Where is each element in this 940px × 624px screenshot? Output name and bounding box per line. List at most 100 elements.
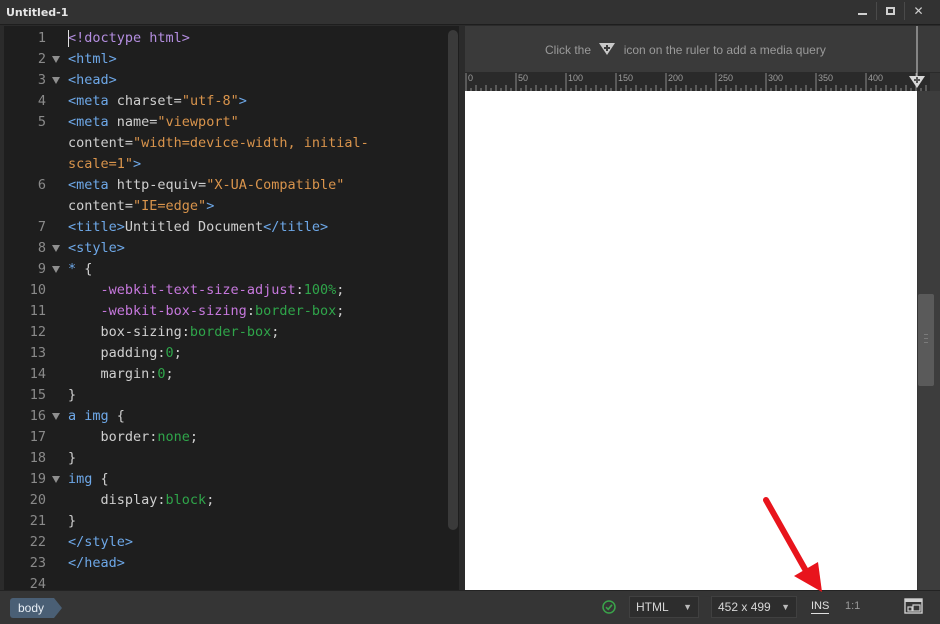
fold-toggle-icon[interactable] [52, 413, 60, 420]
code-line[interactable]: 3 <head> [4, 70, 459, 91]
media-query-hint-after: icon on the ruler to add a media query [623, 43, 826, 57]
check-circle-icon[interactable] [602, 600, 616, 614]
code-line[interactable]: 24 [4, 574, 459, 590]
line-number: 23 [29, 555, 46, 571]
code-line[interactable]: 16 a img { [4, 406, 459, 427]
document-type-value: HTML [636, 600, 669, 614]
code-line[interactable]: 4 <meta charset="utf-8"> [4, 91, 459, 112]
code-token: <meta [68, 114, 117, 130]
code-line[interactable]: 14 margin:0; [4, 364, 459, 385]
code-token: <head> [68, 72, 117, 88]
code-token: border: [68, 429, 158, 445]
ruler-handle-icon[interactable] [908, 26, 926, 91]
code-text: content="width=device-width, initial- [68, 133, 369, 154]
maximize-button[interactable] [876, 2, 904, 20]
fold-toggle-icon[interactable] [52, 266, 60, 273]
code-token: <meta [68, 177, 117, 193]
document-type-select[interactable]: HTML ▼ [629, 596, 699, 618]
fold-toggle-icon[interactable] [52, 77, 60, 84]
line-number: 21 [29, 513, 46, 529]
line-number: 8 [37, 240, 46, 256]
code-line[interactable]: content="IE=edge"> [4, 196, 459, 217]
line-number: 11 [29, 303, 46, 319]
code-token: "IE=edge" [133, 198, 207, 214]
ruler-label: 400 [868, 73, 884, 83]
code-text: <meta name="viewport" [68, 112, 239, 133]
fold-toggle-icon[interactable] [52, 476, 60, 483]
code-line[interactable]: 19 img { [4, 469, 459, 490]
title-bar: Untitled-1 ✕ [0, 0, 940, 25]
code-line[interactable]: 6 <meta http-equiv="X-UA-Compatible" [4, 175, 459, 196]
ruler-label: 200 [668, 73, 684, 83]
code-text: <!doctype html> [68, 28, 190, 49]
code-token: margin: [68, 366, 158, 382]
code-line[interactable]: 13 padding:0; [4, 343, 459, 364]
code-text: <title>Untitled Document</title> [68, 217, 328, 238]
line-number: 22 [29, 534, 46, 550]
code-text: </head> [68, 553, 125, 574]
line-number: 17 [29, 429, 46, 445]
code-token: <!doctype html> [68, 30, 190, 46]
minimize-button[interactable] [848, 2, 876, 20]
tag-breadcrumb-body[interactable]: body [10, 598, 63, 618]
line-number: 15 [29, 387, 46, 403]
code-line[interactable]: 23 </head> [4, 553, 459, 574]
code-line[interactable]: 11 -webkit-box-sizing:border-box; [4, 301, 459, 322]
code-token: ; [336, 282, 345, 298]
window-title: Untitled-1 [6, 6, 69, 19]
ruler-label: 300 [768, 73, 784, 83]
line-number: 13 [29, 345, 46, 361]
grip-line [924, 334, 928, 335]
code-line[interactable]: scale=1"> [4, 154, 459, 175]
code-line[interactable]: 1 <!doctype html> [4, 28, 459, 49]
annotation-arrow [763, 497, 822, 592]
window-controls: ✕ [848, 2, 932, 20]
code-line[interactable]: 5 <meta name="viewport" [4, 112, 459, 133]
code-line[interactable]: 20 display:block; [4, 490, 459, 511]
code-token: ; [189, 429, 199, 445]
code-token: > [133, 156, 142, 172]
code-token: a img [68, 408, 117, 424]
cursor-position: 1:1 [845, 600, 861, 612]
code-line[interactable]: 7 <title>Untitled Document</title> [4, 217, 459, 238]
minimize-icon [857, 12, 867, 15]
ruler-label: 250 [718, 73, 734, 83]
media-query-bar[interactable]: Click the icon on the ruler to add a med… [465, 26, 940, 73]
live-view-canvas[interactable] [465, 91, 917, 590]
close-icon: ✕ [913, 4, 924, 18]
code-line[interactable]: 2 <html> [4, 49, 459, 70]
code-text: img { [68, 469, 109, 490]
multiscreen-preview-icon[interactable] [904, 598, 924, 615]
line-number: 4 [37, 93, 46, 109]
code-line[interactable]: 15} [4, 385, 459, 406]
code-token: border-box [254, 303, 337, 319]
code-line[interactable]: 21} [4, 511, 459, 532]
code-line[interactable]: 9 * { [4, 259, 459, 280]
code-token: } [68, 513, 77, 529]
insert-mode-toggle[interactable]: INS [811, 599, 830, 614]
code-line[interactable]: 22 </style> [4, 532, 459, 553]
code-line[interactable]: 10 -webkit-text-size-adjust:100%; [4, 280, 459, 301]
code-text: margin:0; [68, 364, 174, 385]
live-view-scroll-thumb[interactable] [918, 294, 934, 386]
code-token: ; [271, 324, 280, 340]
code-line[interactable]: 8 <style> [4, 238, 459, 259]
code-token: Untitled Document [124, 219, 264, 235]
code-editor[interactable]: 1 <!doctype html> 2 <html> 3 <head> 4 <meta cha… [4, 26, 459, 590]
code-token: ; [206, 492, 215, 508]
code-line[interactable]: 18} [4, 448, 459, 469]
line-number: 6 [37, 177, 46, 193]
ruler[interactable]: 0 50 100 150 200 250 300 350 400 [465, 73, 930, 91]
code-line[interactable]: 12 box-sizing:border-box; [4, 322, 459, 343]
code-line[interactable]: content="width=device-width, initial- [4, 133, 459, 154]
code-text: <meta http-equiv="X-UA-Compatible" [68, 175, 344, 196]
code-token: content= [68, 198, 134, 214]
code-line[interactable]: 17 border:none; [4, 427, 459, 448]
close-button[interactable]: ✕ [904, 2, 932, 20]
code-token: ; [336, 303, 345, 319]
code-token: <html> [68, 51, 117, 67]
fold-toggle-icon[interactable] [52, 245, 60, 252]
fold-toggle-icon[interactable] [52, 56, 60, 63]
code-text: </style> [68, 532, 133, 553]
